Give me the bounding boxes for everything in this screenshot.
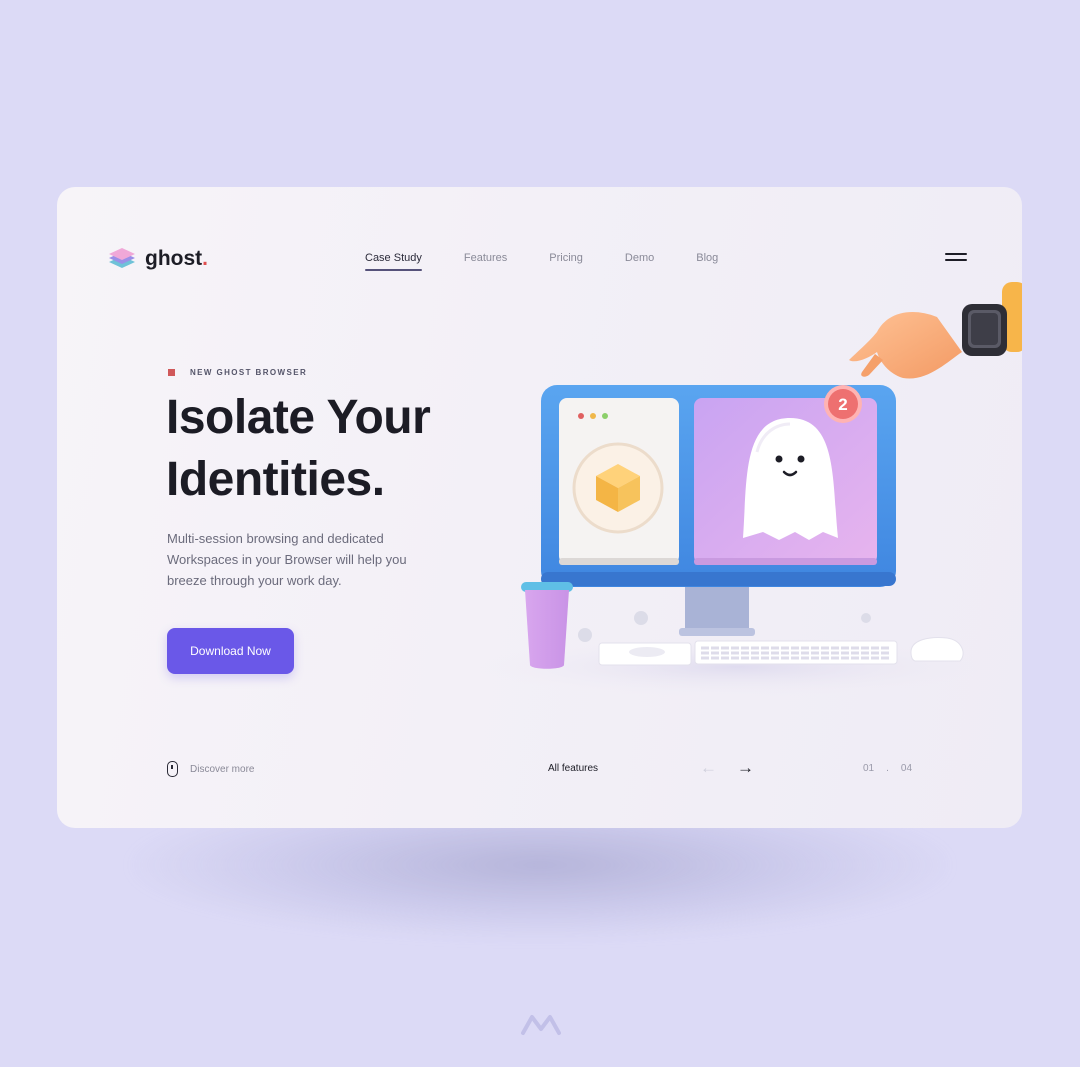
m-watermark-logo-icon bbox=[521, 1015, 561, 1035]
mouse bbox=[910, 637, 964, 662]
hero-title: Isolate Your Identities. bbox=[166, 387, 431, 511]
pointing-hand-icon bbox=[849, 282, 1022, 379]
eyebrow-square-icon bbox=[168, 369, 175, 376]
main-nav: Case Study Features Pricing Demo Blog bbox=[365, 252, 760, 271]
brand-name: ghost. bbox=[145, 247, 208, 270]
notification-badge: 2 bbox=[824, 385, 862, 423]
pager-separator: . bbox=[886, 763, 889, 774]
pager-total: 04 bbox=[900, 763, 913, 774]
discover-more[interactable]: Discover more bbox=[167, 761, 254, 777]
hero-illustration: 2 bbox=[477, 282, 1022, 697]
download-now-button[interactable]: Download Now bbox=[167, 628, 294, 674]
pager-current: 01 bbox=[863, 763, 875, 774]
monitor-stand bbox=[679, 582, 755, 636]
ghost-window bbox=[694, 398, 877, 565]
all-features-link[interactable]: All features bbox=[548, 763, 598, 774]
hero-title-line-2: Identities. bbox=[166, 453, 385, 506]
eyebrow: NEW GHOST BROWSER bbox=[168, 368, 307, 377]
discover-more-label: Discover more bbox=[190, 763, 255, 775]
arrow-left-icon[interactable]: ← bbox=[700, 759, 717, 776]
nav-features[interactable]: Features bbox=[464, 252, 507, 264]
slide-pager: 01 . 04 bbox=[863, 763, 924, 774]
hero-description: Multi-session browsing and dedicated Wor… bbox=[167, 531, 407, 588]
nav-pricing[interactable]: Pricing bbox=[549, 252, 583, 264]
monitor: 2 bbox=[541, 385, 896, 587]
trackpad bbox=[598, 642, 692, 666]
hero-title-line-1: Isolate Your bbox=[166, 391, 431, 444]
svg-text:2: 2 bbox=[838, 395, 847, 414]
eyebrow-label: NEW GHOST BROWSER bbox=[190, 368, 308, 377]
keyboard bbox=[694, 640, 898, 665]
arrow-right-icon[interactable]: → bbox=[737, 759, 754, 776]
landing-card: ghost. Case Study Features Pricing Demo … bbox=[57, 187, 1022, 828]
nav-demo[interactable]: Demo bbox=[625, 252, 654, 264]
browser-window bbox=[559, 398, 679, 565]
scroll-mouse-icon bbox=[167, 761, 178, 777]
brand-logo[interactable]: ghost. bbox=[107, 244, 208, 274]
hamburger-menu-icon[interactable] bbox=[945, 253, 967, 263]
nav-case-study[interactable]: Case Study bbox=[365, 252, 422, 271]
layers-logo-icon bbox=[109, 248, 135, 268]
nav-blog[interactable]: Blog bbox=[696, 252, 718, 264]
